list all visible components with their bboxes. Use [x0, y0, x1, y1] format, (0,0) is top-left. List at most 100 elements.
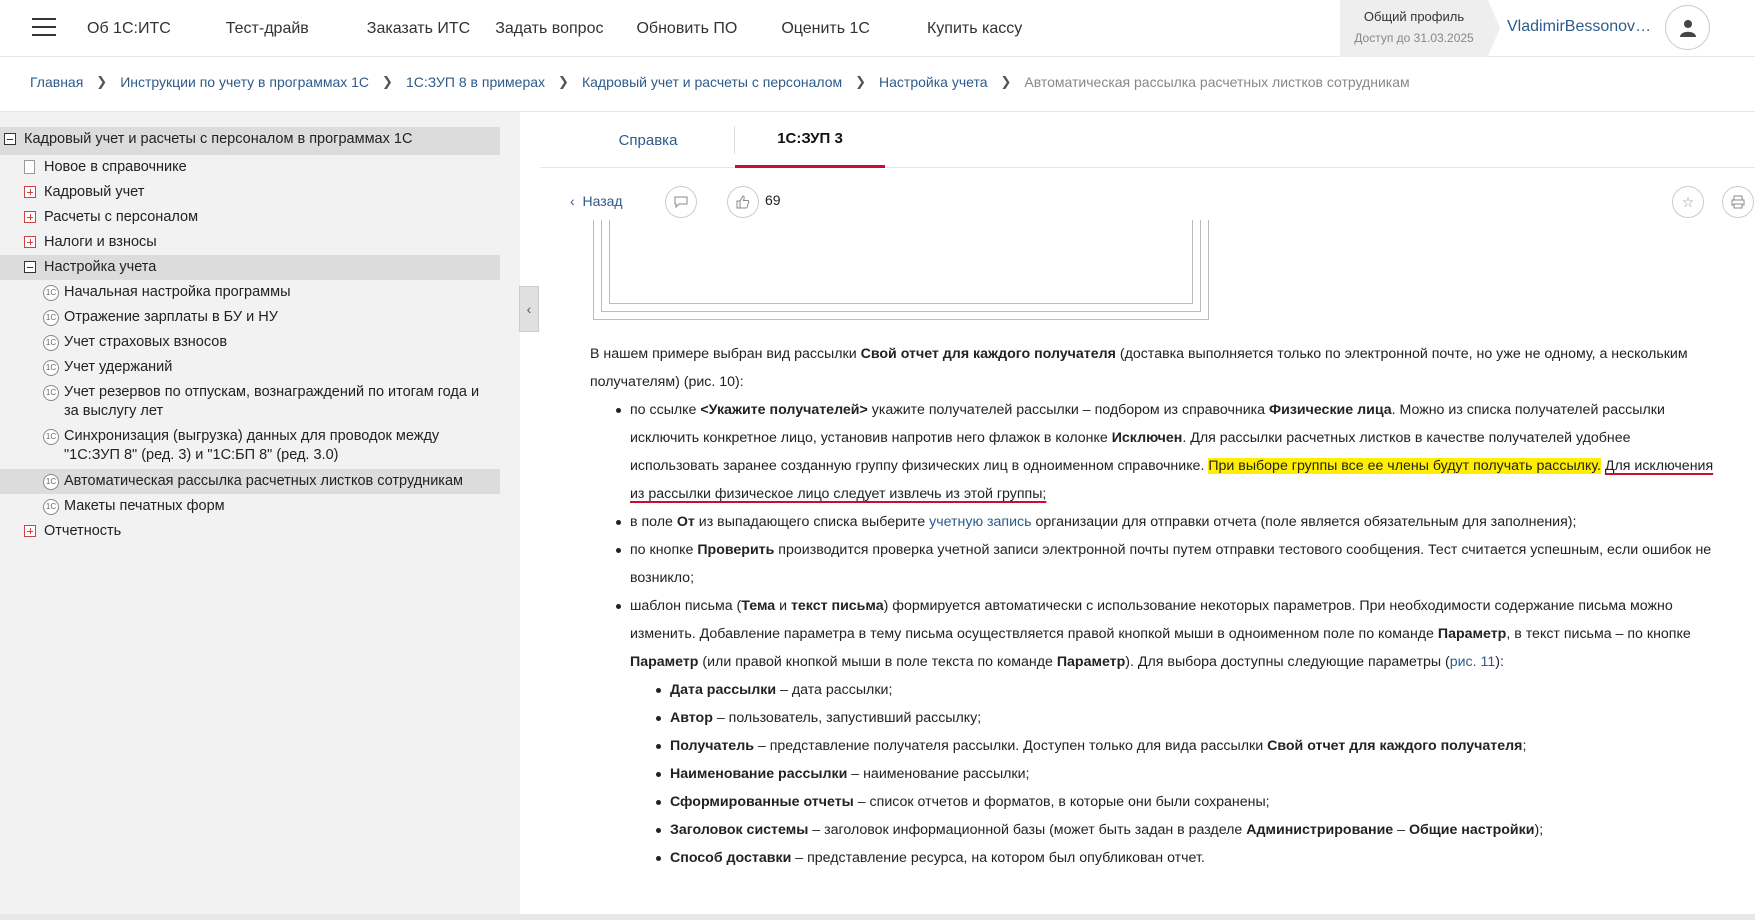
breadcrumb-settings[interactable]: Настройка учета [879, 74, 987, 90]
nav-update-software[interactable]: Обновить ПО [636, 20, 737, 38]
account-link[interactable]: учетную запись [929, 514, 1031, 530]
user-icon [1679, 19, 1696, 37]
tree-subitem[interactable]: 1С Начальная настройка программы [0, 280, 500, 305]
chevron-right-icon: ❯ [1000, 74, 1012, 89]
figure-link[interactable]: рис. 11 [1450, 654, 1496, 670]
nav-buy-cashbox[interactable]: Купить кассу [927, 20, 1022, 38]
tree-subitem[interactable]: 1С Учет страховых взносов [0, 330, 500, 355]
avatar[interactable] [1665, 5, 1710, 50]
favorite-button[interactable]: ☆ [1672, 186, 1704, 218]
main-content: Справка 1С:ЗУП 3 ‹ Назад 69 ☆ В нашем пр… [540, 112, 1755, 914]
tab-help[interactable]: Справка [592, 112, 704, 168]
clock-icon: 1С [43, 285, 59, 301]
chevron-right-icon: ❯ [382, 74, 393, 89]
clock-icon: 1С [43, 429, 59, 445]
back-button[interactable]: ‹ Назад [570, 193, 623, 209]
tree-subitem-label: Отражение зарплаты в БУ и НУ [64, 309, 278, 325]
tab-bar: Справка 1С:ЗУП 3 [540, 112, 1755, 168]
tree-subitem[interactable]: 1С Отражение зарплаты в БУ и НУ [0, 305, 500, 330]
username-link[interactable]: VladimirBessonovKo... [1507, 18, 1655, 36]
clock-icon: 1С [43, 360, 59, 376]
star-icon: ☆ [1681, 193, 1695, 210]
expand-icon[interactable] [24, 211, 36, 223]
tree-subitem-label: Учет страховых взносов [64, 334, 228, 350]
param-item: Дата рассылки – дата рассылки; [656, 676, 1720, 704]
profile-title: Общий профиль [1363, 9, 1465, 24]
menu-icon[interactable] [32, 18, 56, 36]
horizontal-scrollbar[interactable] [0, 914, 1755, 920]
tree-subitem-current[interactable]: 1С Автоматическая рассылка расчетных лис… [0, 469, 500, 494]
tab-zup3[interactable]: 1С:ЗУП 3 [735, 112, 885, 168]
comment-button[interactable] [665, 186, 697, 218]
collapse-icon[interactable] [24, 261, 36, 273]
nav-about-its[interactable]: Об 1С:ИТС [87, 20, 171, 38]
figure-image [593, 220, 1209, 320]
tree-root[interactable]: Кадровый учет и расчеты с персоналом в п… [0, 127, 500, 155]
list-item: по кнопке Проверить производится проверк… [616, 536, 1720, 592]
expand-icon[interactable] [24, 186, 36, 198]
likes-count: 69 [765, 192, 781, 208]
clock-icon: 1С [43, 474, 59, 490]
like-button[interactable] [727, 186, 759, 218]
top-nav: Об 1С:ИТС Тест-драйв Заказать ИТС Задать… [87, 0, 1022, 57]
tree-item-label: Настройка учета [44, 259, 157, 275]
tree-subitem[interactable]: 1С Синхронизация (выгрузка) данных для п… [0, 424, 500, 469]
chevron-left-icon: ‹ [526, 301, 532, 317]
breadcrumb-instructions[interactable]: Инструкции по учету в программах 1С [120, 74, 369, 90]
tree-subitem-label: Начальная настройка программы [64, 284, 291, 300]
sidebar-tree: Кадровый учет и расчеты с персоналом в п… [0, 127, 500, 544]
nav-order-its[interactable]: Заказать ИТС [367, 20, 470, 38]
tree-subitem-label: Синхронизация (выгрузка) данных для пров… [64, 428, 440, 463]
chevron-right-icon: ❯ [96, 74, 108, 89]
list-item: шаблон письма (Тема и текст письма) форм… [616, 592, 1720, 872]
printer-icon [1731, 195, 1745, 209]
article-toolbar: ‹ Назад 69 ☆ [540, 184, 1755, 220]
tree-item-hr[interactable]: Кадровый учет [0, 180, 500, 205]
bullet-list: по ссылке <Укажите получателей> укажите … [616, 396, 1720, 872]
param-item: Наименование рассылки – наименование рас… [656, 760, 1720, 788]
back-label: Назад [582, 193, 623, 209]
nav-rate-1c[interactable]: Оценить 1С [781, 20, 870, 38]
tree-item-new[interactable]: Новое в справочнике [0, 155, 500, 180]
tree-subitem[interactable]: 1С Учет удержаний [0, 355, 500, 380]
profile-switch[interactable]: Общий профиль Доступ до 31.03.2025 [1340, 0, 1488, 57]
expand-icon[interactable] [24, 236, 36, 248]
tree-subitem-label: Автоматическая рассылка расчетных листко… [64, 473, 463, 489]
list-item: по ссылке <Укажите получателей> укажите … [616, 396, 1720, 508]
top-bar: Об 1С:ИТС Тест-драйв Заказать ИТС Задать… [0, 0, 1755, 57]
tree-subitem-label: Макеты печатных форм [64, 498, 225, 514]
chevron-right-icon: ❯ [558, 74, 569, 89]
profile-access: Доступ до 31.03.2025 [1354, 31, 1474, 45]
print-button[interactable] [1722, 186, 1754, 218]
expand-icon[interactable] [24, 525, 36, 537]
nav-ask-question[interactable]: Задать вопрос [495, 20, 603, 38]
sidebar: Кадровый учет и расчеты с персоналом в п… [0, 112, 520, 914]
breadcrumb-zup-examples[interactable]: 1С:ЗУП 8 в примерах [406, 74, 545, 90]
tree-item-label: Налоги и взносы [44, 234, 157, 250]
breadcrumb-home[interactable]: Главная [30, 74, 83, 90]
breadcrumb: Главная ❯ Инструкции по учету в программ… [30, 74, 1410, 90]
paragraph: В нашем примере выбран вид рассылки Свой… [590, 346, 1688, 390]
tree-item-settings[interactable]: Настройка учета [0, 255, 500, 280]
clock-icon: 1С [43, 385, 59, 401]
param-item: Получатель – представление получателя ра… [656, 732, 1720, 760]
breadcrumb-hr-accounting[interactable]: Кадровый учет и расчеты с персоналом [582, 74, 842, 90]
tree-item-reports[interactable]: Отчетность [0, 519, 500, 544]
param-item: Автор – пользователь, запустивший рассыл… [656, 704, 1720, 732]
comment-icon [674, 196, 688, 208]
tree-subitem[interactable]: 1С Учет резервов по отпускам, вознагражд… [0, 380, 500, 424]
profile-arrow-shape [1488, 0, 1500, 56]
tree-item-label: Новое в справочнике [44, 159, 187, 175]
tree-item-payroll[interactable]: Расчеты с персоналом [0, 205, 500, 230]
tree-subitem[interactable]: 1С Макеты печатных форм [0, 494, 500, 519]
article-body: В нашем примере выбран вид рассылки Свой… [590, 340, 1720, 872]
clock-icon: 1С [43, 335, 59, 351]
sidebar-collapse-button[interactable]: ‹ [519, 286, 539, 332]
collapse-icon[interactable] [4, 133, 16, 145]
tree-item-taxes[interactable]: Налоги и взносы [0, 230, 500, 255]
list-item: в поле От из выпадающего списка выберите… [616, 508, 1720, 536]
clock-icon: 1С [43, 499, 59, 515]
nav-test-drive[interactable]: Тест-драйв [226, 20, 309, 38]
tree-item-label: Кадровый учет [44, 184, 145, 200]
param-item: Сформированные отчеты – список отчетов и… [656, 788, 1720, 816]
